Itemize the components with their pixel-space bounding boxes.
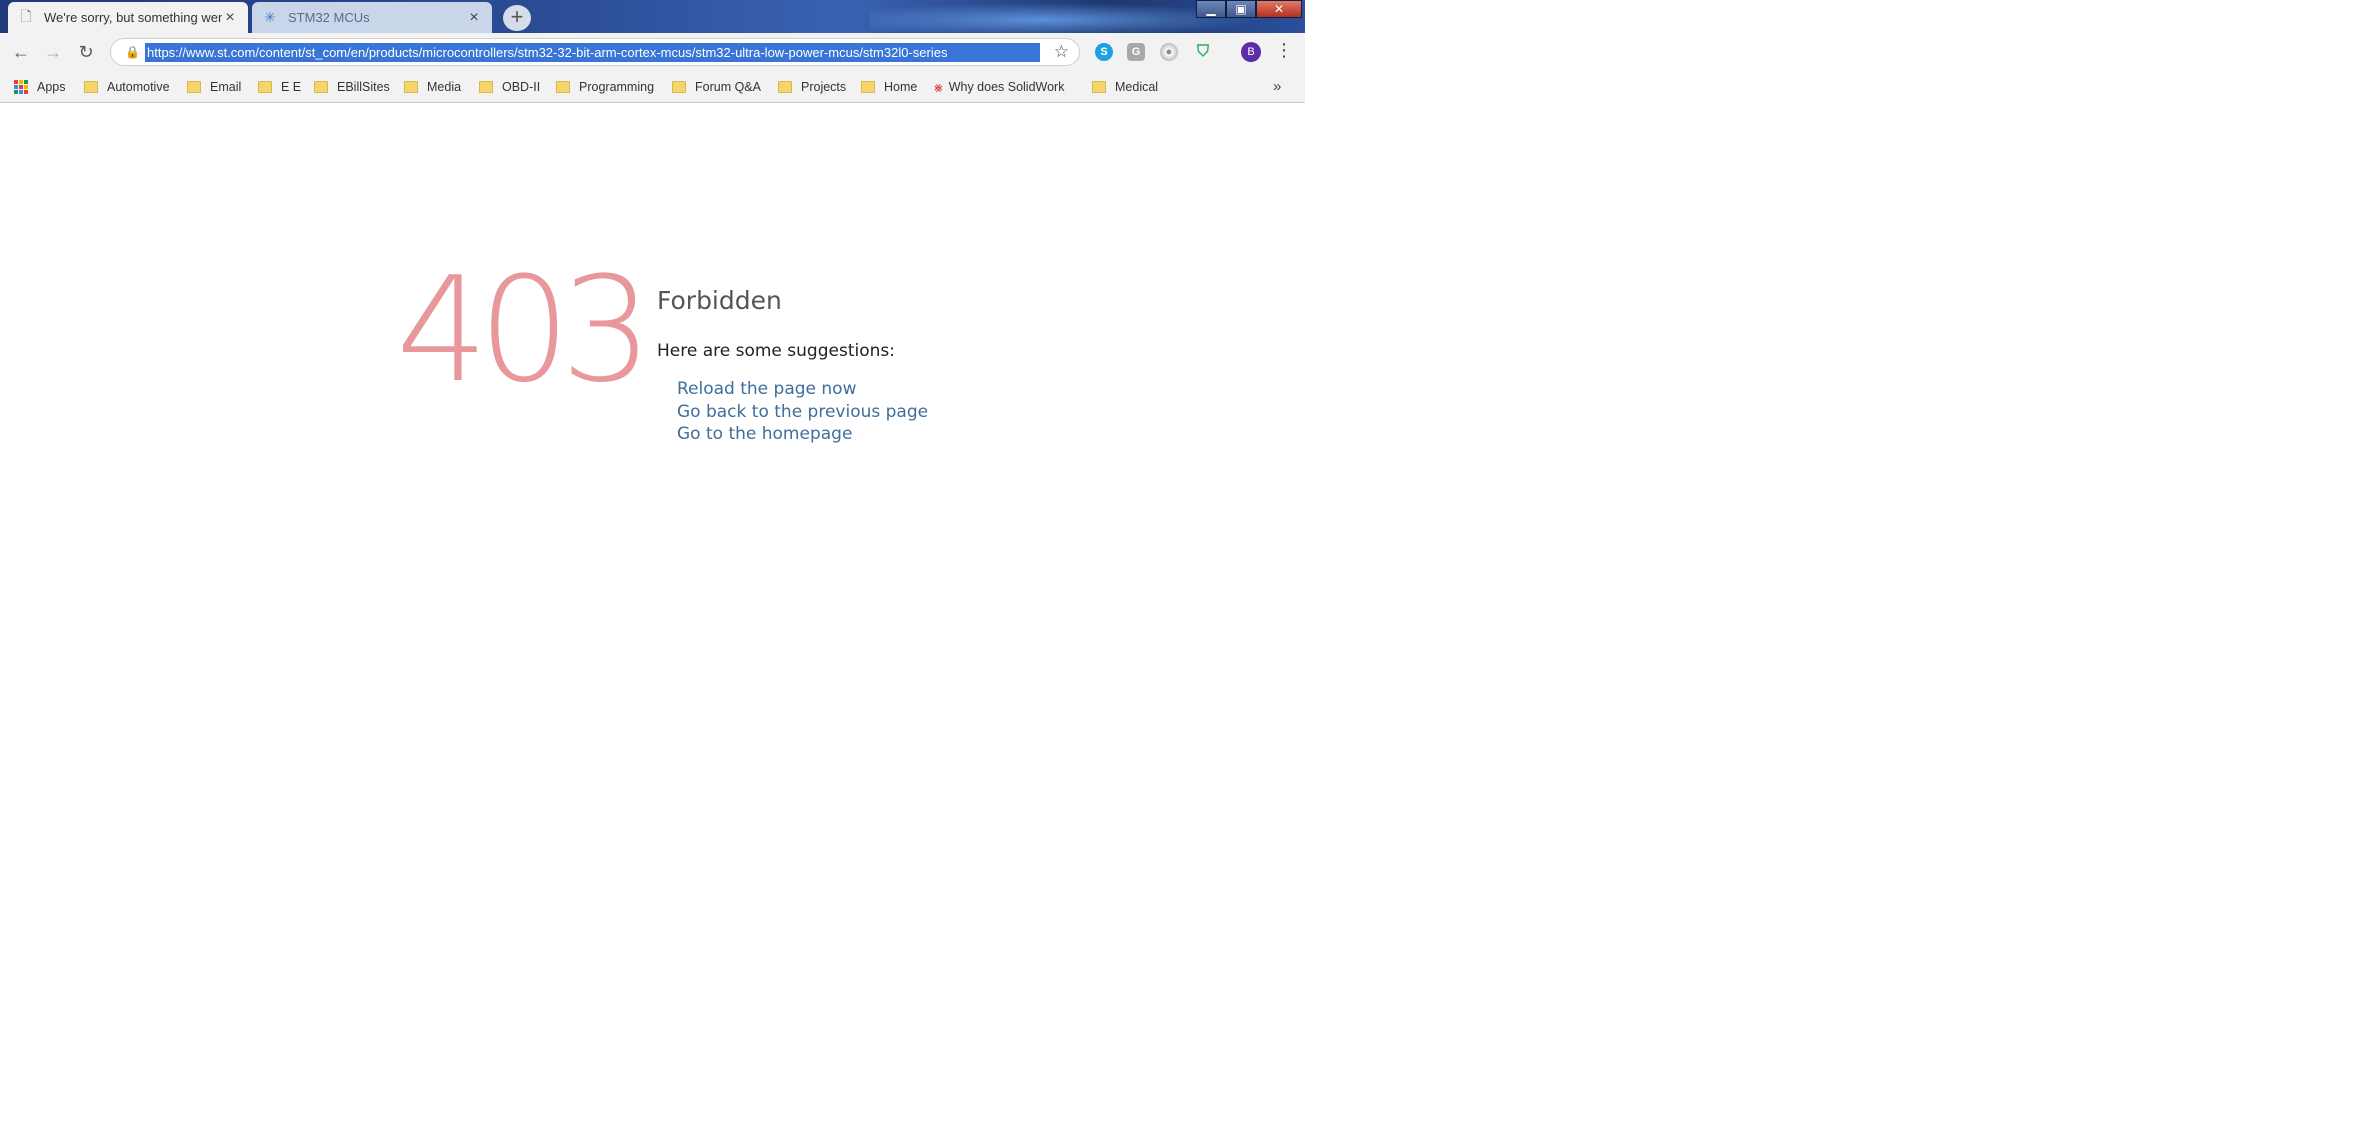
bookmark-folder-email[interactable]: Email <box>187 78 241 96</box>
bookmark-folder-automotive[interactable]: Automotive <box>84 78 170 96</box>
profile-avatar[interactable]: B <box>1241 42 1261 62</box>
bookmark-label: OBD-II <box>502 80 541 94</box>
bookmark-label: Programming <box>579 80 655 94</box>
bookmark-folder-ee[interactable]: E E <box>258 78 301 96</box>
tab-strip: 🗋 We're sorry, but something went × ✳ ST… <box>0 0 1305 33</box>
tab-stm32-mcus[interactable]: ✳ STM32 MCUs × <box>252 2 492 33</box>
tab-error-page[interactable]: 🗋 We're sorry, but something went × <box>8 2 248 33</box>
maximize-button[interactable]: ▣ <box>1226 0 1256 18</box>
bookmark-folder-media[interactable]: Media <box>404 78 461 96</box>
bookmark-label: Why does SolidWork <box>948 80 1065 94</box>
bookmark-label: Automotive <box>107 80 170 94</box>
bookmark-label: Forum Q&A <box>695 80 761 94</box>
folder-icon <box>479 81 493 93</box>
menu-kebab-icon[interactable]: ⋮ <box>1275 40 1293 61</box>
new-tab-button[interactable]: + <box>503 5 531 31</box>
toolbar: ← → ↻ 🔒 https://www.st.com/content/st_co… <box>0 33 1305 71</box>
homepage-link[interactable]: Go to the homepage <box>677 423 928 446</box>
screen: 🗋 We're sorry, but something went × ✳ ST… <box>0 0 2361 1125</box>
gray-extension-icon[interactable]: G <box>1127 43 1145 61</box>
address-bar[interactable]: 🔒 https://www.st.com/content/st_com/en/p… <box>110 38 1080 66</box>
folder-icon <box>187 81 201 93</box>
tab-close-icon[interactable]: × <box>466 9 482 27</box>
page-icon: 🗋 <box>20 7 32 24</box>
page-content: 403 Forbidden Here are some suggestions:… <box>0 104 1305 1125</box>
bookmark-folder-forum-qa[interactable]: Forum Q&A <box>672 78 761 96</box>
bookmark-label: Media <box>427 80 462 94</box>
folder-icon <box>556 81 570 93</box>
folder-icon <box>1092 81 1106 93</box>
tab-title: We're sorry, but something went <box>44 10 222 25</box>
back-arrow-icon[interactable]: ← <box>9 41 33 65</box>
solidworks-icon: ⨳ <box>934 78 943 95</box>
minimize-button[interactable]: ▁ <box>1196 0 1226 18</box>
folder-icon <box>404 81 418 93</box>
bookmark-star-icon[interactable]: ☆ <box>1054 42 1069 62</box>
bookmark-solidworks[interactable]: ⨳ Why does SolidWork <box>934 78 1076 96</box>
go-back-link[interactable]: Go back to the previous page <box>677 401 928 424</box>
bookmark-folder-ebillsites[interactable]: EBillSites <box>314 78 390 96</box>
tab-close-icon[interactable]: × <box>222 9 238 27</box>
bookmark-label: EBillSites <box>337 80 390 94</box>
bookmark-folder-home[interactable]: Home <box>861 78 917 96</box>
folder-icon <box>778 81 792 93</box>
bookmark-label: Medical <box>1115 80 1159 94</box>
folder-icon <box>672 81 686 93</box>
circle-extension-icon[interactable]: ● <box>1160 43 1178 61</box>
skype-icon[interactable]: S <box>1095 43 1113 61</box>
folder-icon <box>861 81 875 93</box>
forward-arrow-icon[interactable]: → <box>41 41 65 65</box>
close-window-button[interactable]: ✕ <box>1256 0 1302 18</box>
bookmark-label: Apps <box>37 80 66 94</box>
suggestion-links: Reload the page now Go back to the previ… <box>677 378 928 446</box>
folder-icon <box>258 81 272 93</box>
bookmarks-overflow-button[interactable]: » <box>1273 78 1281 95</box>
bookmark-label: E E <box>281 80 302 94</box>
apps-grid-icon <box>14 80 28 94</box>
lock-icon[interactable]: 🔒 <box>125 45 140 59</box>
reload-page-link[interactable]: Reload the page now <box>677 378 928 401</box>
bookmark-label: Home <box>884 80 918 94</box>
st-logo-icon: ✳ <box>264 9 276 25</box>
error-code: 403 <box>396 246 653 415</box>
folder-icon <box>84 81 98 93</box>
bookmark-folder-medical[interactable]: Medical <box>1092 78 1158 96</box>
bookmark-apps[interactable]: Apps <box>14 78 66 96</box>
folder-icon <box>314 81 328 93</box>
url-text[interactable]: https://www.st.com/content/st_com/en/pro… <box>145 43 1040 62</box>
error-title: Forbidden <box>657 286 782 315</box>
suggestions-label: Here are some suggestions: <box>657 341 895 361</box>
bookmark-folder-programming[interactable]: Programming <box>556 78 654 96</box>
bookmarks-bar: Apps Automotive Email E E EBillSites Med… <box>0 71 1305 103</box>
tab-title: STM32 MCUs <box>288 10 370 25</box>
bookmark-folder-projects[interactable]: Projects <box>778 78 846 96</box>
browser-window: 🗋 We're sorry, but something went × ✳ ST… <box>0 0 1305 1125</box>
reload-icon[interactable]: ↻ <box>74 41 98 65</box>
bookmark-folder-obd[interactable]: OBD-II <box>479 78 540 96</box>
bookmark-label: Email <box>210 80 242 94</box>
shield-icon[interactable]: ⛉ <box>1194 43 1212 61</box>
bookmark-label: Projects <box>801 80 847 94</box>
